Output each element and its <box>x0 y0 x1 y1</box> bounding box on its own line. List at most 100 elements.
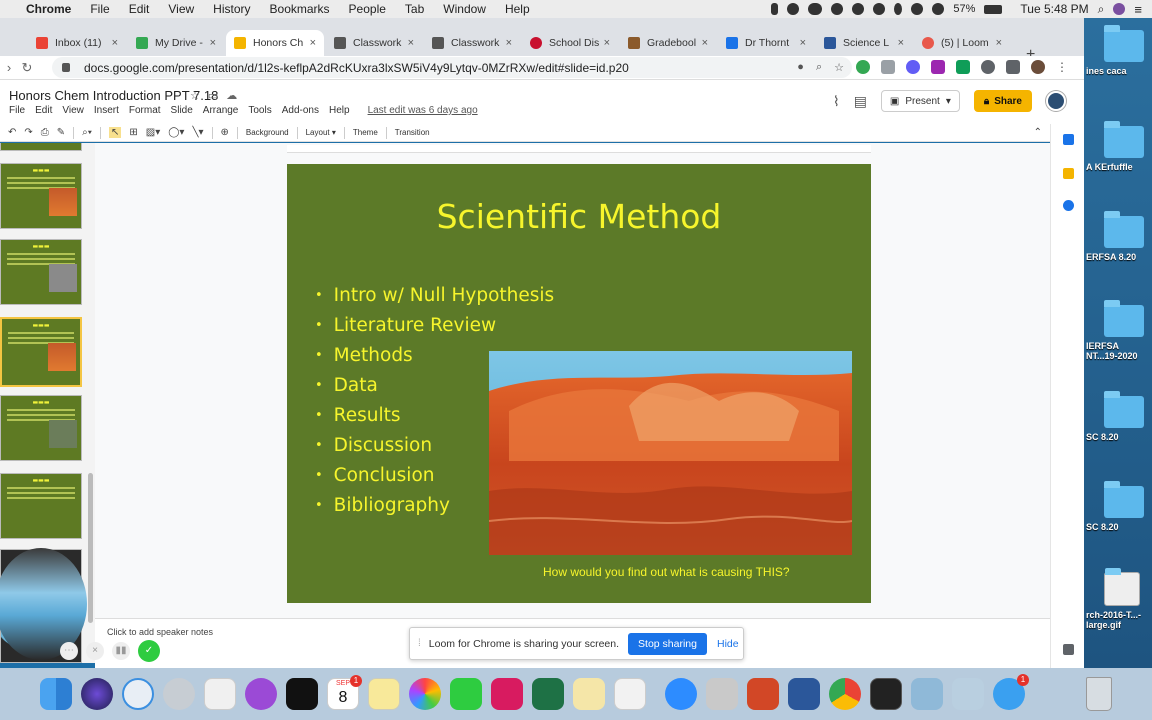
calendar-icon[interactable] <box>1063 134 1074 145</box>
chevron-down-icon[interactable]: ▾ <box>946 96 951 107</box>
transition-button[interactable]: Transition <box>395 128 430 137</box>
share-button[interactable]: 🔒︎ Share <box>973 90 1032 112</box>
control-center-icon[interactable]: ≡ <box>1134 2 1142 17</box>
stop-sharing-button[interactable]: Stop sharing <box>628 632 707 655</box>
activity-icon[interactable]: ⌇ <box>833 93 840 110</box>
close-icon[interactable]: × <box>604 37 610 49</box>
word-icon[interactable] <box>788 678 820 710</box>
close-icon[interactable]: × <box>310 37 316 49</box>
zoom-app-icon[interactable] <box>665 678 697 710</box>
cloud-status-icon[interactable]: ☁ <box>226 89 237 102</box>
volume-icon[interactable] <box>932 3 945 15</box>
move-folder-icon[interactable]: ▭ <box>208 89 218 102</box>
tab-school-district[interactable]: School Dis × <box>522 30 618 56</box>
keychain-icon[interactable] <box>706 678 738 710</box>
star-icon[interactable]: ☆ <box>190 89 200 102</box>
tab-classroom[interactable]: Classwork × <box>326 30 422 56</box>
search-icon[interactable]: ⌕ <box>1098 2 1105 17</box>
excel-icon[interactable] <box>532 678 564 710</box>
chrome-menu-icon[interactable]: ⋮ <box>1056 60 1068 74</box>
image-caption[interactable]: How would you find out what is causing T… <box>543 565 790 579</box>
battery-icon[interactable] <box>984 4 1003 14</box>
drag-handle-icon[interactable]: ⁞ <box>418 638 421 649</box>
print-icon[interactable]: ⎙ <box>41 127 49 138</box>
tab-science-lab[interactable]: Science L × <box>816 30 912 56</box>
undo-icon[interactable]: ↶ <box>8 127 16 138</box>
menu-tab[interactable]: Tab <box>405 2 424 16</box>
record-icon[interactable] <box>787 3 800 15</box>
menu-window[interactable]: Window <box>443 2 486 16</box>
menu-slide[interactable]: Slide <box>171 105 193 116</box>
menu-edit[interactable]: Edit <box>35 105 52 116</box>
wifi-icon[interactable] <box>911 3 924 15</box>
desktop-folder[interactable]: SC 8.20 <box>1086 481 1152 532</box>
desktop-folder[interactable]: SC 8.20 <box>1086 391 1152 442</box>
extension-gray-icon[interactable] <box>881 60 895 74</box>
menu-edit[interactable]: Edit <box>129 2 150 16</box>
activity-monitor-icon[interactable] <box>870 678 902 710</box>
menu-view[interactable]: View <box>62 105 84 116</box>
menu-view[interactable]: View <box>168 2 194 16</box>
slide-title[interactable]: Scientific Method <box>287 197 871 236</box>
tab-loom[interactable]: (5) | Loom × <box>914 30 1010 56</box>
speaker-notes-placeholder[interactable]: Click to add speaker notes <box>107 627 213 637</box>
slide-thumbnail[interactable] <box>0 143 82 151</box>
red-tide-wave-image[interactable] <box>489 351 852 555</box>
explore-icon[interactable] <box>1063 644 1074 655</box>
tab-slides[interactable]: Honors Ch × <box>226 30 324 56</box>
close-icon[interactable]: × <box>506 37 512 49</box>
close-icon[interactable]: × <box>210 37 216 49</box>
select-tool-icon[interactable]: ↖ <box>108 127 122 138</box>
microphone-icon[interactable]: ● <box>797 61 804 74</box>
menu-people[interactable]: People <box>349 2 386 16</box>
zoom-icon[interactable]: ⌕ <box>816 61 822 74</box>
avatar[interactable] <box>1046 91 1066 111</box>
extension-grid-icon[interactable] <box>956 60 970 74</box>
close-icon[interactable]: × <box>408 37 414 49</box>
theme-button[interactable]: Theme <box>353 128 378 137</box>
loom-finish-icon[interactable]: ✓ <box>138 640 160 662</box>
close-icon[interactable]: × <box>996 37 1002 49</box>
microphone-icon[interactable] <box>771 3 779 15</box>
calendar-icon[interactable]: SEP 8 1 <box>327 675 362 710</box>
loom-menu-icon[interactable]: ⋯ <box>60 642 78 660</box>
menu-tools[interactable]: Tools <box>248 105 271 116</box>
keep-icon[interactable] <box>1063 168 1074 179</box>
loom-cancel-icon[interactable]: × <box>86 642 104 660</box>
close-icon[interactable]: × <box>702 37 708 49</box>
close-icon[interactable]: × <box>898 37 904 49</box>
stickies-icon[interactable] <box>573 678 605 710</box>
document-title[interactable]: Honors Chem Introduction PPT 7.18 <box>9 88 218 103</box>
slide-thumbnail-selected[interactable]: ▬▬▬ <box>0 317 82 387</box>
extension-person-icon[interactable] <box>981 60 995 74</box>
launchpad-icon[interactable] <box>163 678 195 710</box>
desktop-folder[interactable]: A KErfuffle <box>1086 121 1152 172</box>
tab-gmail[interactable]: Inbox (11) × <box>28 30 126 56</box>
chrome-icon[interactable] <box>829 678 861 710</box>
siri-icon[interactable] <box>81 678 113 710</box>
loom-pause-icon[interactable]: ▮▮ <box>112 642 130 660</box>
menu-addons[interactable]: Add-ons <box>282 105 319 116</box>
podcasts-icon[interactable] <box>245 678 277 710</box>
tab-dr-thornton[interactable]: Dr Thornt × <box>718 30 814 56</box>
hummingbird-app-icon[interactable] <box>491 678 523 710</box>
reload-icon[interactable]: ↻ <box>18 60 36 76</box>
menu-app-name[interactable]: Chrome <box>26 2 71 16</box>
extensions-puzzle-icon[interactable] <box>1006 60 1020 74</box>
malwarebytes-icon[interactable] <box>831 3 844 15</box>
hide-button[interactable]: Hide <box>717 638 739 650</box>
accessibility-icon[interactable] <box>873 3 886 15</box>
slide-thumbnail[interactable]: ▬▬▬ <box>0 473 82 539</box>
menu-insert[interactable]: Insert <box>94 105 119 116</box>
tab-drive[interactable]: My Drive - × <box>128 30 224 56</box>
line-icon[interactable]: ╲▾ <box>192 127 203 138</box>
textbox-icon[interactable]: ⊞ <box>129 127 137 138</box>
image-icon[interactable]: ▨▾ <box>146 127 160 138</box>
apple-tv-icon[interactable] <box>286 678 318 710</box>
shape-icon[interactable]: ◯▾ <box>168 127 184 138</box>
address-bar[interactable]: docs.google.com/presentation/d/1l2s-kefl… <box>52 57 852 78</box>
background-button[interactable]: Background <box>246 128 289 137</box>
user-icon[interactable] <box>1113 3 1126 15</box>
trash-icon[interactable] <box>1086 677 1112 711</box>
comments-icon[interactable]: ▤ <box>854 93 867 110</box>
